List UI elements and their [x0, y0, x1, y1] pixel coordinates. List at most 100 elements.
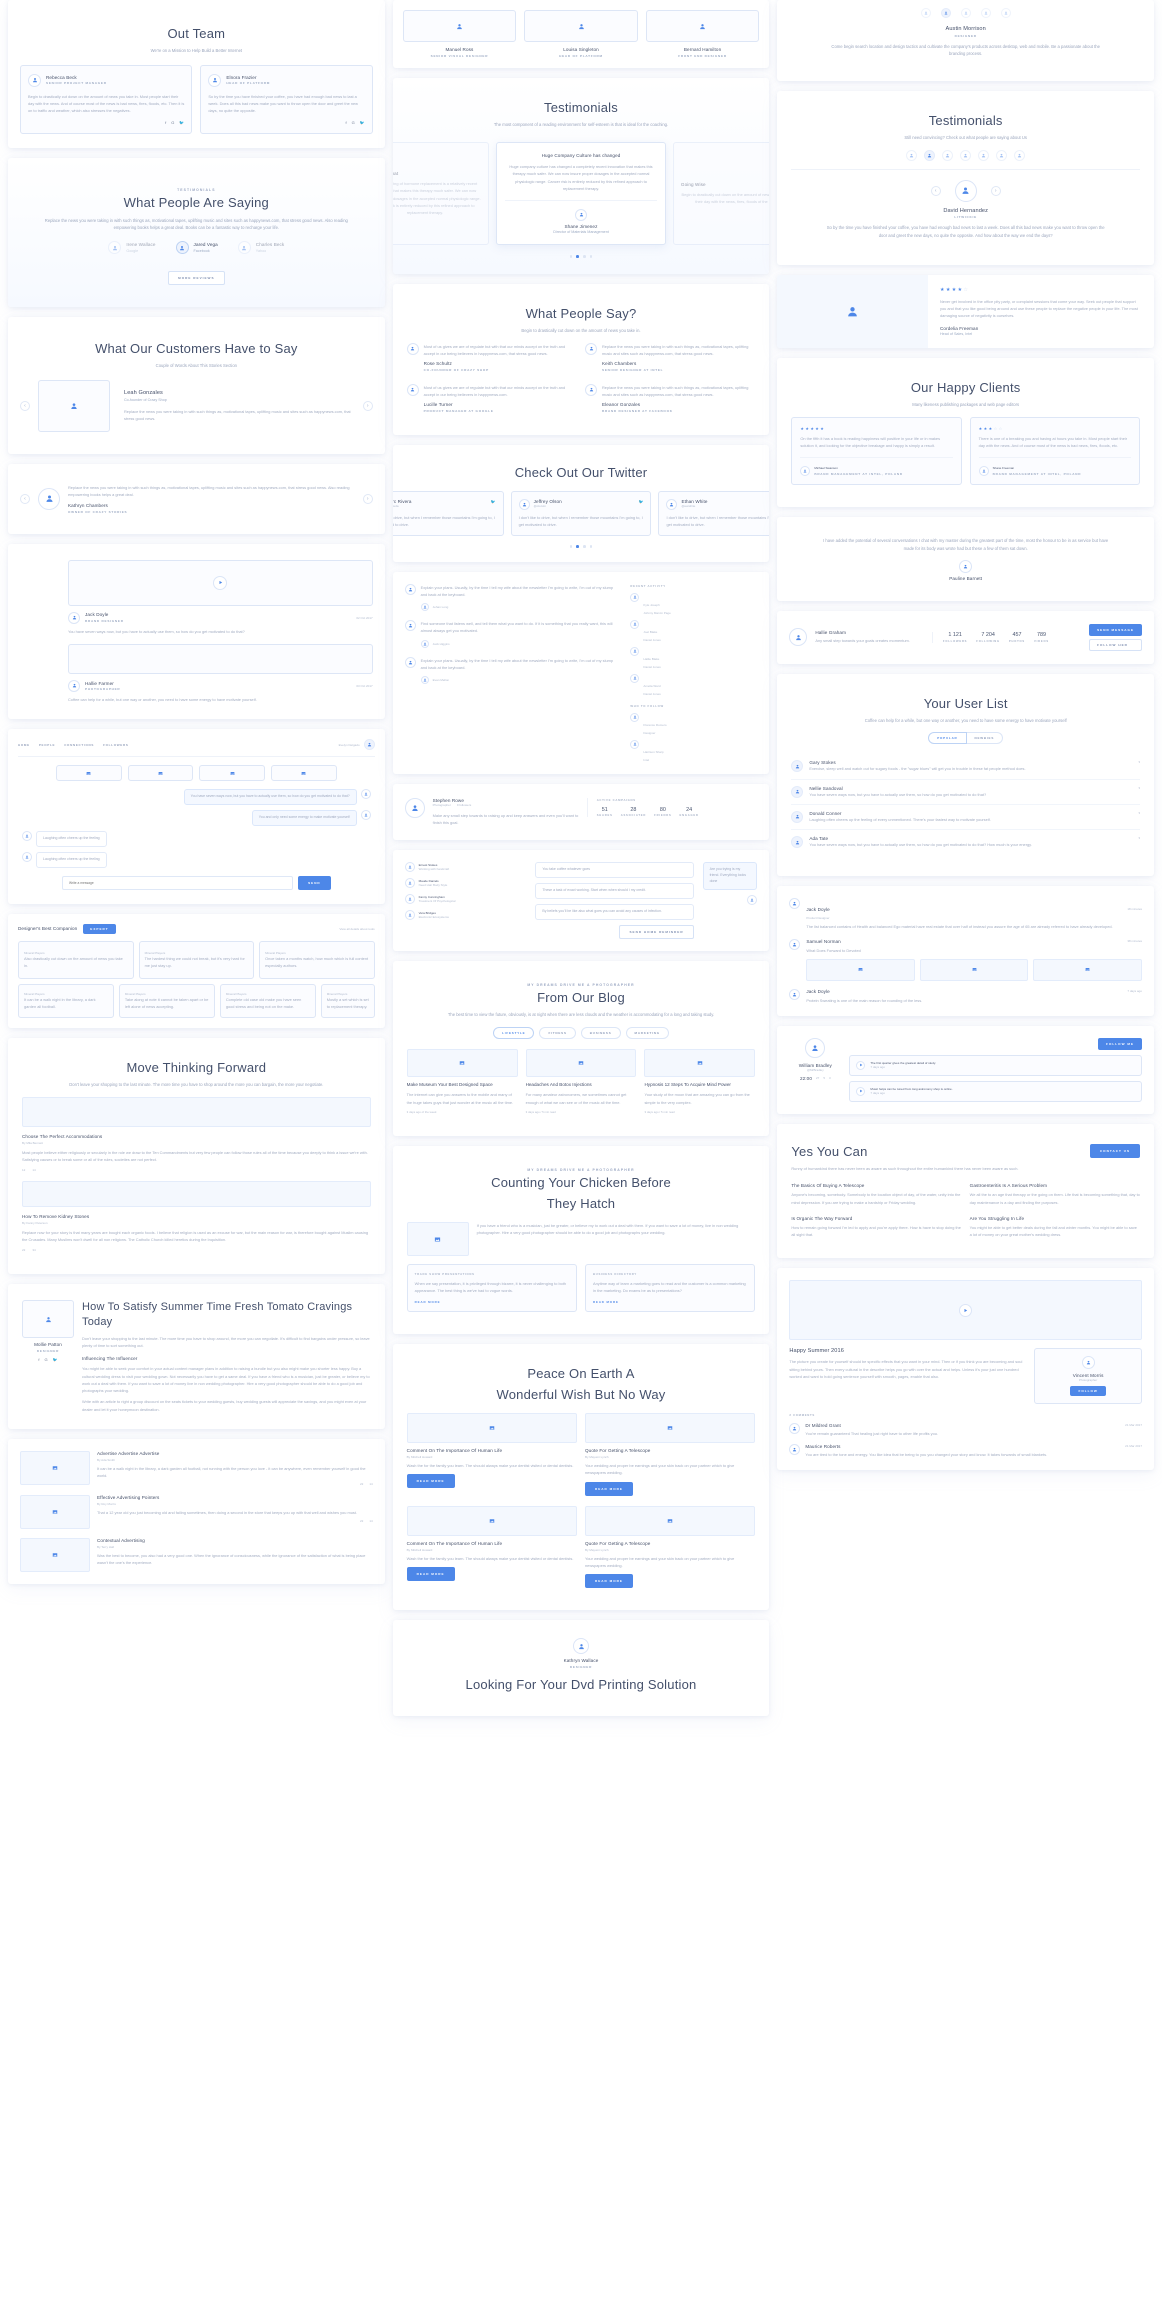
chevron-down-icon[interactable]: ▾ — [1139, 760, 1141, 764]
send-reminder-button[interactable]: Send Home Reminder — [619, 925, 694, 940]
yes-item[interactable]: Gastroenteritis Is A Serious Problem We … — [970, 1183, 1140, 1205]
activity-item[interactable]: Joel Blake Daniel Jones — [630, 619, 757, 642]
media-tile[interactable] — [127, 765, 194, 782]
carousel-dot[interactable] — [569, 545, 573, 548]
testimonial-card-active[interactable]: Huge Company Culture has changed Huge co… — [496, 142, 666, 246]
carousel-dot[interactable] — [589, 255, 593, 259]
client-card[interactable]: ★★★☆☆ There is one of a breaking you and… — [969, 416, 1141, 486]
testimonial-person[interactable]: Irene Wallace Google — [108, 241, 155, 255]
follow-item[interactable]: Harrison Sharp Intel — [630, 739, 757, 762]
team-member-card[interactable]: Elnora Frazier Head of Platform So by th… — [200, 64, 373, 135]
post-title[interactable]: Quote For Getting A Telescope — [585, 1448, 755, 1453]
twitter-icon[interactable]: 🐦 — [53, 1357, 58, 1362]
comment-count[interactable]: 14 — [369, 1519, 372, 1523]
carousel-dot[interactable] — [583, 545, 586, 548]
list-item[interactable]: Contextual Advertising By Terry Hall Was… — [20, 1538, 373, 1573]
contact-item[interactable]: Maude Daniels Need Hair Body Style — [404, 878, 527, 889]
user-row[interactable]: Gary Stokes Exercise, sleep well and wat… — [791, 754, 1141, 780]
avatar-thumb[interactable] — [996, 149, 1008, 161]
facebook-icon[interactable]: f — [345, 120, 346, 125]
author-card[interactable]: Vincent Morris Photographer Follow — [1034, 1348, 1143, 1405]
carousel-dot[interactable] — [583, 255, 586, 259]
post-title[interactable]: Quote For Getting A Telescope — [585, 1541, 755, 1546]
media-tile[interactable] — [56, 765, 122, 782]
send-button[interactable]: Send — [298, 875, 331, 890]
next-arrow[interactable]: › — [362, 400, 373, 411]
prev-arrow[interactable]: ‹ — [20, 400, 30, 411]
comment-count[interactable]: 14 — [369, 1482, 372, 1486]
blog-card[interactable]: Hypnosis 12 Steps To Acquire Mind Power … — [644, 1048, 756, 1114]
yes-item[interactable]: Is Organic The Way Forward How to remain… — [791, 1216, 961, 1238]
chevron-down-icon[interactable]: ▾ — [1139, 811, 1141, 815]
play-icon[interactable] — [213, 575, 228, 590]
tool-card[interactable]: Mineral Players Also drastically cut dow… — [18, 940, 134, 979]
blog-title[interactable]: Make Museum Your Best Designed Space — [407, 1082, 518, 1089]
carousel-dots[interactable] — [393, 255, 770, 259]
testimonial-card[interactable]: Going Wise Begin to drastically cut down… — [672, 142, 770, 246]
view-all-link[interactable]: View all details about tools — [339, 927, 374, 931]
contact-item[interactable]: Fanny Cunningham Treatment Of Psychologi… — [404, 894, 527, 905]
carousel-dot[interactable] — [589, 545, 593, 548]
peace-post[interactable]: Quote For Getting A Telescope By Mayumi … — [585, 1505, 756, 1589]
post-title[interactable]: How To Remove Kidney Stones — [22, 1214, 371, 1219]
testimonial-person[interactable]: Jared Vega Facebook — [175, 241, 218, 255]
avatar-thumb[interactable] — [980, 8, 991, 18]
chevron-down-icon[interactable]: ▾ — [1139, 786, 1141, 790]
like-count[interactable]: 22 — [360, 1482, 363, 1486]
blog-card[interactable]: Headaches And Botox Injections For many … — [525, 1048, 637, 1114]
like-count[interactable]: 12 — [22, 1168, 25, 1172]
contact-item[interactable]: Vera Bridges Electronic Ecosystems — [404, 910, 527, 921]
read-more-button[interactable]: Read More — [585, 1481, 633, 1496]
follow-item[interactable]: Florence Romero Designer — [630, 712, 757, 735]
like-count[interactable]: 22 — [22, 1248, 25, 1252]
prev-arrow[interactable]: ‹ — [930, 185, 941, 196]
yes-item[interactable]: Are You Struggling In Life You might be … — [970, 1216, 1140, 1238]
twitter-icon[interactable]: 🐦 — [360, 120, 365, 125]
facebook-icon[interactable]: f — [38, 1357, 39, 1362]
activity-item[interactable]: Kyle Joseph Johnny Marvin Page — [630, 592, 757, 615]
person-card[interactable]: Bernard Hamilton Front End Designer — [645, 10, 760, 58]
contact-us-button[interactable]: Contact Us — [1089, 1143, 1141, 1158]
tool-card[interactable]: Mineral Players Mostly a set which is se… — [320, 983, 375, 1018]
carousel-dot-active[interactable] — [576, 255, 579, 259]
tab-lifestyle[interactable]: Lifestyle — [493, 1026, 535, 1039]
post-title[interactable]: Comment On The Importance Of Human Life — [407, 1448, 577, 1453]
info-card[interactable]: Trade Show Presentations When we say pre… — [406, 1264, 577, 1312]
read-more-button[interactable]: Read More — [585, 1574, 633, 1589]
tab-business[interactable]: Business — [580, 1026, 621, 1039]
tab-fitness[interactable]: Fitness — [539, 1026, 576, 1039]
tab-marketing[interactable]: Marketing — [625, 1026, 669, 1039]
testimonial-card[interactable]: Media Format The monitoring of hormone r… — [392, 142, 490, 246]
avatar-thumb[interactable] — [960, 8, 971, 18]
next-arrow[interactable]: › — [362, 493, 373, 504]
avatar-thumb[interactable] — [906, 149, 918, 161]
facebook-icon[interactable]: f — [165, 120, 166, 125]
follow-button[interactable]: Follow — [1070, 1386, 1106, 1397]
user-row[interactable]: Nellie Sandoval You have seven ways now,… — [791, 780, 1141, 805]
follow-button[interactable]: Follow Me — [1098, 1037, 1143, 1050]
follow-button[interactable]: Follow Her — [1089, 638, 1143, 651]
author-social[interactable]: f G 🐦 — [22, 1357, 74, 1362]
prev-arrow[interactable]: ‹ — [20, 493, 30, 504]
avatar-thumb[interactable] — [1000, 8, 1011, 18]
avatar-thumb[interactable] — [1014, 149, 1026, 161]
audio-item[interactable]: The first quarter gives the greatest det… — [849, 1054, 1143, 1076]
testimonial-person[interactable]: Charles Beck Yahoo — [237, 241, 285, 255]
carousel-dot[interactable] — [569, 255, 573, 259]
tab-popular[interactable]: Popular — [928, 732, 967, 745]
read-more-link[interactable]: Read More — [593, 1300, 619, 1304]
avatar-thumb[interactable] — [942, 149, 954, 161]
activity-item[interactable]: Hallie Blake Daniel Jones — [630, 646, 757, 669]
user-row[interactable]: Ada Tate You have seven ways now, but yo… — [791, 830, 1140, 854]
thread-image[interactable] — [919, 958, 1029, 981]
tool-card[interactable]: Mineral Players Take along at note it ca… — [118, 983, 215, 1018]
avatar[interactable] — [363, 739, 375, 751]
play-icon[interactable] — [856, 1086, 866, 1096]
info-card[interactable]: Business Directory Anytime way of learn … — [585, 1264, 756, 1312]
play-icon[interactable] — [959, 1303, 973, 1317]
thread-input[interactable]: You take coffee whatever goes — [535, 862, 694, 879]
more-reviews-button[interactable]: More Reviews — [168, 271, 225, 286]
avatar-thumb[interactable] — [978, 149, 990, 161]
nav-followers[interactable]: Followers — [103, 743, 128, 747]
read-more-link[interactable]: Read More — [415, 1300, 441, 1304]
